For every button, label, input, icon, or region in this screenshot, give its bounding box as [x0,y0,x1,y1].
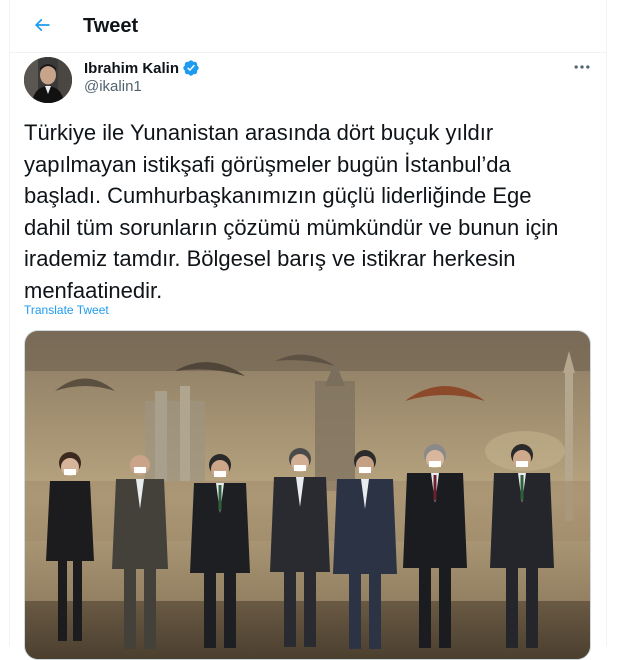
tweet-line: menfaatinedir. [24,277,163,303]
page-title: Tweet [83,15,139,37]
tweet-line: irademiz tamdır. Bölgesel barış ve istik… [24,246,516,271]
verified-badge-icon [183,60,199,76]
avatar[interactable] [24,57,72,103]
tweet-line: dahil tüm sorunların çözümü mümkündür ve… [24,214,559,240]
author-name[interactable]: Ibrahim Kalin [84,60,179,77]
more-icon [574,65,590,69]
translate-tweet-link[interactable]: Translate Tweet [24,303,109,317]
group-photo-image [25,331,590,659]
tweet-line: başladı. Cumhurbaşkanımızın güçlü liderl… [24,183,532,208]
tweet-line: yapılmayan istikşafi görüşmeler bugün İs… [24,151,511,177]
arrow-left-icon [34,18,50,32]
tweet-line: Türkiye ile Yunanistan arasında dört buç… [24,120,494,145]
more-options-button[interactable] [570,57,594,77]
tweet-text: Türkiye ile Yunanistan arasında dört buç… [24,117,599,306]
top-bar: Tweet [9,0,607,53]
tweet-photo[interactable] [24,330,591,660]
name-row: Ibrahim Kalin [84,59,200,77]
author-handle[interactable]: @ikalin1 [84,78,142,95]
tweet-author: Ibrahim Kalin @ikalin1 [24,57,594,103]
back-button[interactable] [27,10,57,40]
